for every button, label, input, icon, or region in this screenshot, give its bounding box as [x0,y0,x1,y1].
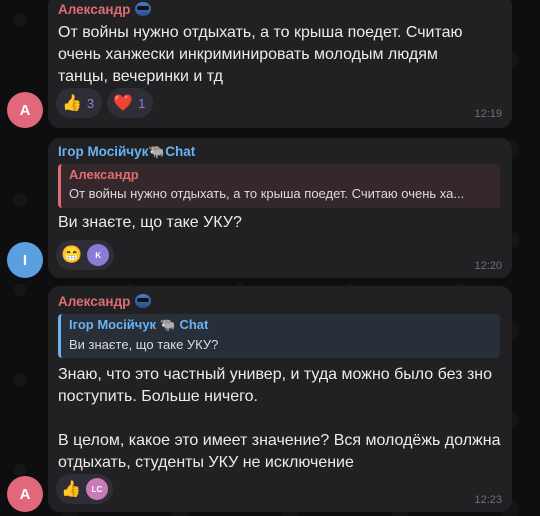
quote-text: От войны нужно отдыхать, а то крыша поед… [69,186,465,201]
reaction-grin[interactable]: 😁 K [56,240,115,270]
reply-quote[interactable]: Александр От войны нужно отдыхать, а то … [58,164,500,208]
reaction-thumbs-up[interactable]: 👍 LC [56,474,113,504]
avatar[interactable]: І [7,242,43,278]
grin-emoji-icon: 😁 [61,245,83,264]
sunglasses-emoji-icon [135,294,152,308]
reactions-bar: 👍 3 ❤️ 1 [56,88,154,118]
reply-quote[interactable]: Ігор Мосійчук 🐃 Chat Ви знаєте, що таке … [58,314,500,358]
thumbs-up-icon: 👍 [62,95,82,112]
reaction-heart[interactable]: ❤️ 1 [107,88,154,118]
quote-sender: Александр [69,167,139,182]
reactor-avatar: K [87,244,110,266]
quote-sender: Ігор Мосійчук 🐃 Chat [69,317,209,332]
message-time: 12:19 [474,108,502,120]
message-text: От войны нужно отдыхать, а то крыша поед… [58,24,463,85]
quote-text: Ви знаєте, що таке УКУ? [69,337,219,352]
reaction-count: 3 [86,95,95,111]
message-bubble[interactable]: Александр Ігор Мосійчук 🐃 Chat Ви знаєте… [48,286,512,512]
avatar[interactable]: А [7,476,43,512]
thumbs-up-icon: 👍 [61,481,81,498]
reactor-avatar: LC [85,478,108,500]
message-bubble[interactable]: Александр От войны нужно отдыхать, а то … [48,0,512,128]
avatar[interactable]: А [7,92,43,128]
message-time: 12:23 [474,494,502,506]
message-text: Ви знаєте, що таке УКУ? [58,214,242,231]
sender-name[interactable]: Ігор Мосійчук🐃Chat [58,144,195,160]
sender-name[interactable]: Александр [58,294,152,309]
message-text: Знаю, что это частный универ, и туда мож… [58,366,501,471]
reaction-thumbs-up[interactable]: 👍 3 [56,88,103,118]
sender-name[interactable]: Александр [58,2,152,17]
reaction-count: 1 [138,95,146,111]
heart-icon: ❤️ [113,95,134,112]
message-time: 12:20 [474,260,502,272]
sunglasses-emoji-icon [135,2,152,16]
reactions-bar: 😁 K [56,240,115,270]
reactions-bar: 👍 LC [56,474,113,504]
message-bubble[interactable]: Ігор Мосійчук🐃Chat Александр От войны ну… [48,138,512,278]
